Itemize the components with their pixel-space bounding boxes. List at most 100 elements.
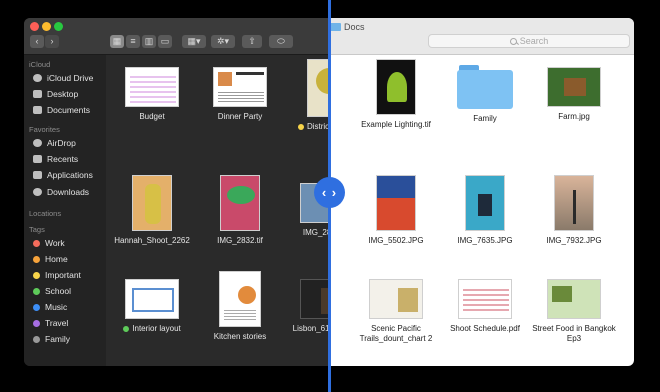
file-item[interactable]: Lisbon_61095.MOV <box>284 279 330 334</box>
document-thumbnail <box>213 67 267 107</box>
poster-thumbnail <box>307 59 330 117</box>
video-thumbnail <box>300 279 330 319</box>
sidebar-item-downloads[interactable]: Downloads <box>33 186 89 198</box>
chevron-left-right-icon: ‹ › <box>321 185 338 200</box>
gallery-view-button[interactable]: ▭ <box>158 35 172 48</box>
document-icon <box>33 106 42 114</box>
chevron-right-icon: › <box>50 36 54 46</box>
file-item[interactable]: Farm.jpg <box>530 67 618 122</box>
file-item[interactable]: Budget <box>108 67 196 122</box>
gallery-view-icon: ▭ <box>160 36 170 46</box>
tag-button[interactable]: ⬭ <box>269 35 293 48</box>
sidebar-item-label: Documents <box>47 105 90 115</box>
spreadsheet-thumbnail <box>125 67 179 107</box>
sidebar-item-label: Desktop <box>47 89 79 99</box>
search-icon <box>509 37 517 45</box>
folder-icon <box>457 65 513 109</box>
sidebar-item-documents[interactable]: Documents <box>33 104 90 116</box>
document-thumbnail <box>547 279 601 319</box>
gear-icon: ✲▾ <box>216 36 230 46</box>
tag-color-dot <box>33 239 40 247</box>
tag-color-dot <box>33 303 40 311</box>
column-view-icon: ▥ <box>144 36 154 46</box>
sidebar-tag-travel[interactable]: Travel <box>33 317 68 329</box>
tag-color-dot <box>33 255 40 263</box>
sidebar-tag-school[interactable]: School <box>33 285 71 297</box>
sidebar-item-label: School <box>45 286 71 296</box>
zoom-window-button[interactable] <box>54 22 63 31</box>
cloud-icon <box>33 74 42 82</box>
file-item[interactable]: Shoot Schedule.pdf <box>441 279 529 334</box>
comparison-slider-handle[interactable]: ‹ › <box>314 177 345 208</box>
file-name: District Market <box>306 122 330 131</box>
tag-color-dot <box>33 319 40 327</box>
sidebar-item-label: Applications <box>47 170 93 180</box>
sidebar-tag-important[interactable]: Important <box>33 269 81 281</box>
file-item[interactable]: Interior layout <box>108 279 196 334</box>
back-button[interactable]: ‹ <box>30 35 44 48</box>
sidebar-item-desktop[interactable]: Desktop <box>33 88 78 100</box>
file-item[interactable]: Dinner Party <box>196 67 284 122</box>
search-input[interactable]: Search <box>428 34 630 48</box>
file-item[interactable]: Example Lighting.tif <box>352 59 440 130</box>
file-name: Farm.jpg <box>558 112 590 121</box>
action-menu-button[interactable]: ✲▾ <box>211 35 235 48</box>
file-item[interactable]: IMG_5502.JPG <box>352 175 440 246</box>
sidebar-tag-work[interactable]: Work <box>33 237 65 249</box>
airdrop-icon <box>33 139 42 147</box>
pdf-thumbnail <box>458 279 512 319</box>
sidebar-item-recents[interactable]: Recents <box>33 153 78 165</box>
list-view-icon: ≡ <box>130 36 136 46</box>
file-item[interactable]: IMG_7635.JPG <box>441 175 529 246</box>
file-name: IMG_2819.jpg <box>302 228 330 237</box>
file-item[interactable]: IMG_7932.JPG <box>530 175 618 246</box>
folder-title-text: Docs <box>344 22 365 32</box>
photo-thumbnail <box>554 175 594 231</box>
floorplan-thumbnail <box>125 279 179 319</box>
photo-thumbnail <box>547 67 601 107</box>
file-item[interactable]: District Market <box>284 59 330 132</box>
file-name: Family <box>473 114 497 123</box>
group-menu-button[interactable]: ▦▾ <box>182 35 206 48</box>
photo-thumbnail <box>376 59 416 115</box>
list-view-button[interactable]: ≡ <box>126 35 140 48</box>
sidebar-item-label: Home <box>45 254 68 264</box>
forward-button[interactable]: › <box>45 35 59 48</box>
share-button[interactable]: ⇧ <box>242 35 262 48</box>
file-item[interactable]: IMG_2832.tif <box>196 175 284 246</box>
file-name: IMG_7932.JPG <box>546 236 602 245</box>
sidebar-section-locations: Locations <box>29 209 62 218</box>
sidebar-item-icloud-drive[interactable]: iCloud Drive <box>33 72 93 84</box>
file-name: IMG_7635.JPG <box>457 236 513 245</box>
sidebar-tag-home[interactable]: Home <box>33 253 68 265</box>
sidebar-item-label: iCloud Drive <box>47 73 94 83</box>
sidebar-item-airdrop[interactable]: AirDrop <box>33 137 76 149</box>
folder-icon <box>330 23 341 31</box>
file-item[interactable]: Family <box>441 65 529 124</box>
sidebar-item-applications[interactable]: Applications <box>33 169 93 181</box>
file-item[interactable]: Kitchen stories <box>196 271 284 342</box>
close-window-button[interactable] <box>30 22 39 31</box>
dark-mode-half: ‹ › ▦ ≡ ▥ ▭ ▦▾ ✲▾ ⇧ ⬭ iCloud iCloud Driv… <box>24 18 330 366</box>
photo-thumbnail <box>220 175 260 231</box>
column-view-button[interactable]: ▥ <box>142 35 156 48</box>
sidebar-tag-music[interactable]: Music <box>33 301 67 313</box>
download-icon <box>33 188 42 196</box>
sidebar-item-label: Downloads <box>47 187 90 197</box>
sidebar-section-tags: Tags <box>29 225 45 234</box>
sidebar-tag-family[interactable]: Family <box>33 333 70 345</box>
icon-view-button[interactable]: ▦ <box>110 35 124 48</box>
file-name: Hannah_Shoot_2262 <box>114 236 190 245</box>
file-item[interactable]: Hannah_Shoot_2262 <box>108 175 196 246</box>
file-item[interactable]: Street Food in Bangkok Ep3 <box>530 279 618 344</box>
tag-color-dot <box>33 335 40 343</box>
file-name: Interior layout <box>132 324 181 333</box>
search-placeholder: Search <box>519 36 549 46</box>
tag-color-dot <box>33 271 40 279</box>
file-name: Lisbon_61095.MOV <box>292 324 330 333</box>
minimize-window-button[interactable] <box>42 22 51 31</box>
file-item[interactable]: Scenic Pacific Trails_dount_chart 2 <box>352 279 440 344</box>
comparison-stage: ‹ › ▦ ≡ ▥ ▭ ▦▾ ✲▾ ⇧ ⬭ iCloud iCloud Driv… <box>0 0 660 392</box>
sidebar-item-label: Travel <box>45 318 69 328</box>
file-name: Shoot Schedule.pdf <box>450 324 520 333</box>
